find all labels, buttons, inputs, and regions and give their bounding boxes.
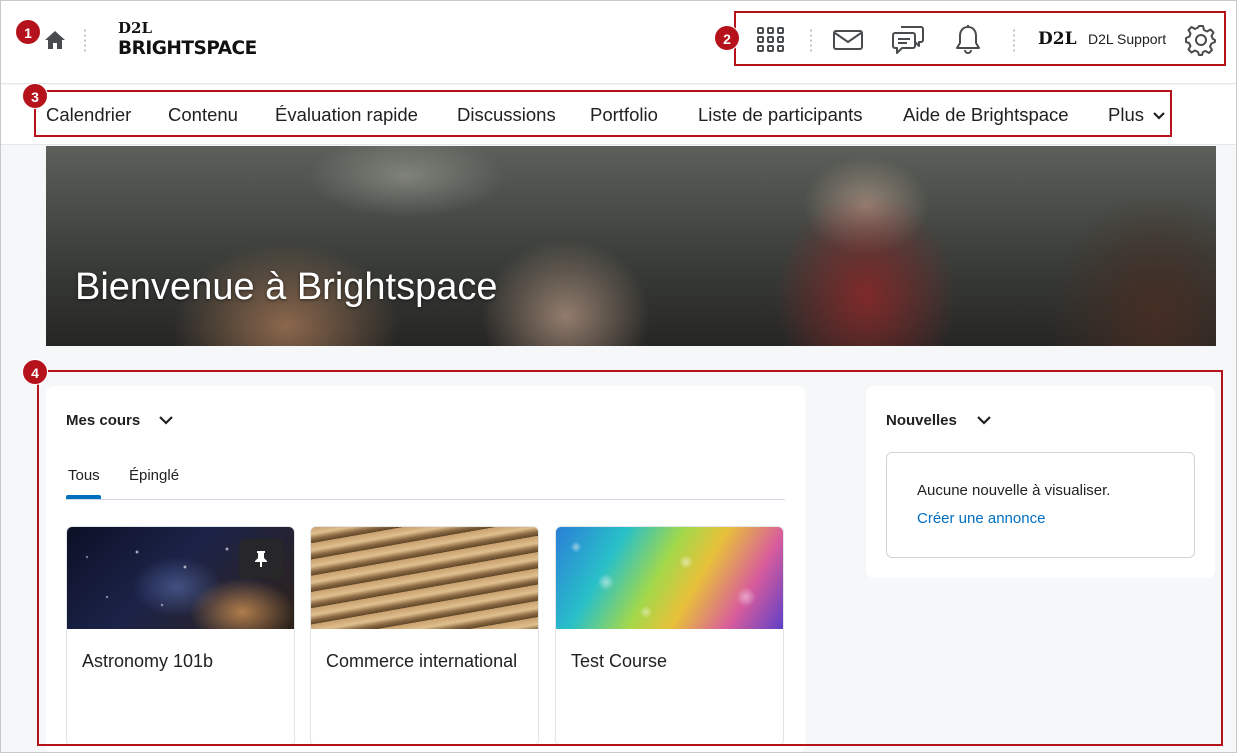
- mail-icon[interactable]: [833, 30, 863, 50]
- chevron-down-icon: [1153, 112, 1165, 120]
- news-empty-box: [886, 452, 1195, 558]
- course-name: Commerce international: [326, 651, 518, 671]
- course-image: [556, 527, 783, 629]
- callout-badge-2: 2: [714, 25, 740, 51]
- course-navbar: Calendrier Contenu Évaluation rapide Dis…: [0, 85, 1237, 145]
- course-name: Test Course: [571, 651, 668, 671]
- tab-tous[interactable]: Tous: [68, 467, 100, 484]
- create-announcement-link[interactable]: Créer une annonce: [917, 510, 1045, 527]
- pin-button[interactable]: [239, 539, 283, 579]
- logo-d2l-text: D2L: [118, 19, 152, 37]
- logo-brand-text: BRIGHTSPACE: [118, 38, 257, 59]
- chevron-down-icon[interactable]: [159, 416, 173, 425]
- course-card-test[interactable]: Test Course: [555, 526, 784, 746]
- grid-icon[interactable]: [757, 27, 785, 53]
- nav-item-plus[interactable]: Plus: [1108, 104, 1165, 126]
- news-empty-message: Aucune nouvelle à visualiser.: [917, 482, 1111, 499]
- separator: [84, 28, 86, 52]
- separator: [1013, 28, 1015, 52]
- nav-item-liste-participants[interactable]: Liste de participants: [698, 104, 863, 126]
- gear-icon[interactable]: [1185, 24, 1217, 56]
- chat-icon[interactable]: [892, 25, 924, 55]
- bell-icon[interactable]: [955, 24, 981, 54]
- course-card-commerce[interactable]: Commerce international: [310, 526, 539, 746]
- callout-badge-3: 3: [22, 83, 48, 109]
- nav-item-evaluation-rapide[interactable]: Évaluation rapide: [275, 104, 418, 126]
- org-logo: D2L: [1038, 29, 1077, 49]
- news-title: Nouvelles: [886, 412, 957, 429]
- course-image: [311, 527, 538, 629]
- nav-item-aide[interactable]: Aide de Brightspace: [903, 104, 1069, 126]
- nav-item-calendrier[interactable]: Calendrier: [46, 104, 131, 126]
- pin-icon: [255, 551, 267, 567]
- chevron-down-icon[interactable]: [977, 416, 991, 425]
- nav-item-discussions[interactable]: Discussions: [457, 104, 556, 126]
- course-card-astronomy[interactable]: Astronomy 101b: [66, 526, 295, 746]
- hero-banner: Bienvenue à Brightspace: [46, 146, 1216, 346]
- home-icon[interactable]: [44, 30, 66, 50]
- top-header: D2L BRIGHTSPACE D2L D2L Support: [0, 0, 1237, 84]
- nav-plus-label: Plus: [1108, 104, 1144, 125]
- nav-item-portfolio[interactable]: Portfolio: [590, 104, 658, 126]
- hero-title: Bienvenue à Brightspace: [75, 266, 498, 308]
- course-name: Astronomy 101b: [82, 651, 214, 671]
- user-menu-label[interactable]: D2L Support: [1088, 31, 1166, 47]
- callout-badge-4: 4: [22, 359, 48, 385]
- tabs-divider: [66, 499, 785, 500]
- callout-badge-1: 1: [15, 19, 41, 45]
- nav-item-contenu[interactable]: Contenu: [168, 104, 238, 126]
- active-tab-indicator: [66, 495, 101, 499]
- brightspace-logo[interactable]: D2L BRIGHTSPACE: [118, 20, 268, 60]
- separator: [810, 28, 812, 52]
- my-courses-title: Mes cours: [66, 412, 141, 429]
- tab-epingle[interactable]: Épinglé: [129, 467, 179, 484]
